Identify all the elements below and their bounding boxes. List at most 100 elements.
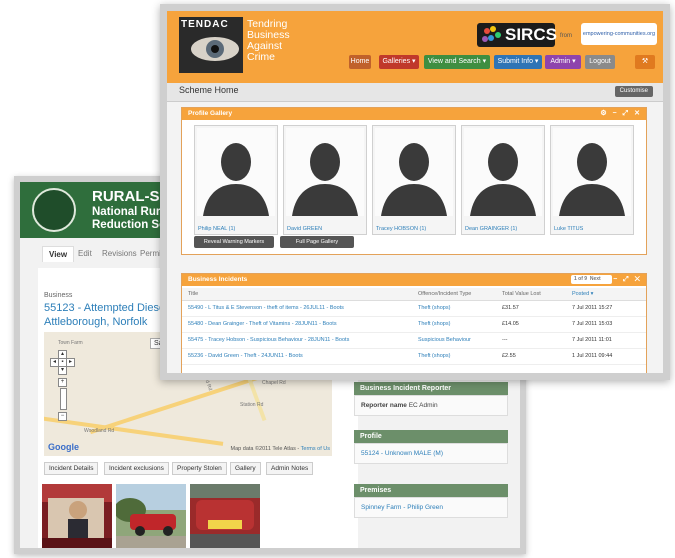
section-label: Business: [44, 292, 73, 299]
table-row[interactable]: 55236 - David Green - Theft - 24JUN11 - …: [182, 349, 646, 365]
gallery-photo[interactable]: [42, 484, 112, 548]
incident-subtabs: Incident Details Incident exclusions Pro…: [44, 462, 344, 476]
column-header-posted[interactable]: Posted ▾: [572, 288, 593, 300]
gallery-photo[interactable]: [190, 484, 260, 548]
profile-gallery-title: Profile Gallery: [188, 110, 233, 117]
profile-name: David GREEN: [287, 226, 323, 232]
gallery-photo[interactable]: [116, 484, 186, 548]
tab-edit[interactable]: Edit: [72, 246, 98, 261]
subtab-gallery[interactable]: Gallery: [230, 462, 261, 475]
map-pan-down-button[interactable]: ▾: [58, 366, 67, 375]
panel-controls[interactable]: ⚙ − ⤢ ✕: [600, 108, 642, 120]
profile-box: Profile 55124 - Unknown MALE (M): [354, 430, 508, 464]
table-row[interactable]: 55475 - Tracey Hobson - Suspicious Behav…: [182, 333, 646, 349]
google-logo: Google: [48, 442, 79, 452]
panel-controls[interactable]: − ⤢ ✕: [613, 274, 642, 286]
profile-box-heading: Profile: [354, 430, 508, 443]
incident-location: Attleborough, Norfolk: [44, 316, 148, 328]
profile-link[interactable]: 55124 - Unknown MALE (M): [361, 450, 443, 457]
incident-type-link[interactable]: Suspicious Behaviour: [418, 333, 471, 348]
column-header-value[interactable]: Total Value Lost: [502, 288, 541, 300]
incident-title-link[interactable]: 55236 - David Green - Theft - 24JUN11 - …: [188, 349, 303, 364]
avatar: [197, 128, 275, 216]
premises-box: Premises Spinney Farm - Philip Green: [354, 484, 508, 518]
profile-name: Dean GRAINGER (1): [465, 226, 518, 232]
from-label: from: [560, 33, 572, 39]
premises-link[interactable]: Spinney Farm - Philip Green: [361, 504, 443, 511]
empowering-communities-logo: empowering-communities.org: [581, 23, 657, 45]
map-zoom-out-button[interactable]: −: [58, 412, 67, 421]
business-incidents-heading: Business Incidents 1 of 9 Next − ⤢ ✕: [182, 274, 646, 286]
column-header-title[interactable]: Title: [188, 288, 198, 300]
page-title: Scheme Home: [179, 85, 239, 95]
incident-type-link[interactable]: Theft (shops): [418, 317, 450, 332]
profile-card[interactable]: Luke TITUS: [550, 125, 634, 235]
profile-name: Tracey HOBSON (1): [376, 226, 427, 232]
subtab-property-stolen[interactable]: Property Stolen: [172, 462, 227, 475]
avatar: [286, 128, 364, 216]
sircs-window: TENDAC Tendring Business Against Crime S…: [160, 4, 670, 380]
reporter-name-label: Reporter name: [361, 402, 407, 409]
pager-next[interactable]: Next: [590, 276, 601, 282]
profile-name: Philip NEAL (1): [198, 226, 236, 232]
incident-value: £2.55: [502, 353, 516, 359]
nav-logout-button[interactable]: Logout: [585, 55, 615, 69]
subtab-admin-notes[interactable]: Admin Notes: [266, 462, 314, 475]
nav-logout-label: Logout: [589, 58, 611, 65]
nav-view-search-button[interactable]: View and Search ▾: [424, 55, 490, 69]
map-road-label: Woodland Rd: [84, 428, 115, 434]
nav-home-label: Home: [350, 58, 370, 65]
incident-type-link[interactable]: Theft (shops): [418, 349, 450, 364]
reporter-box-body: Reporter name EC Admin: [354, 395, 508, 416]
subtab-incident-exclusions[interactable]: Incident exclusions: [104, 462, 169, 475]
subtab-incident-details[interactable]: Incident Details: [44, 462, 99, 475]
map-place-label: Town Farm: [58, 340, 83, 346]
profile-card[interactable]: David GREEN: [283, 125, 367, 235]
incident-posted: 7 Jul 2011 15:03: [572, 321, 613, 327]
reporter-box-heading: Business Incident Reporter: [354, 382, 508, 395]
nav-submit-info-button[interactable]: Submit Info ▾: [494, 55, 542, 69]
tab-view[interactable]: View: [42, 246, 75, 262]
map-credit-text: Map data ©2011 Tele Atlas -: [230, 446, 300, 452]
profile-card[interactable]: Dean GRAINGER (1): [461, 125, 545, 235]
map-zoom-slider[interactable]: [60, 388, 67, 410]
incident-value: £31.57: [502, 305, 519, 311]
customise-button[interactable]: Customise: [614, 86, 653, 97]
profile-card[interactable]: Philip NEAL (1): [194, 125, 278, 235]
sircs-header: TENDAC Tendring Business Against Crime S…: [167, 11, 663, 83]
incident-title-link[interactable]: 55480 - Dean Grainger - Theft of Vitamin…: [188, 317, 337, 332]
nav-home-button[interactable]: Home: [349, 55, 371, 69]
rural-sircs-logo: [32, 188, 76, 232]
profile-gallery-panel: Profile Gallery ⚙ − ⤢ ✕ Philip NEAL (1) …: [181, 107, 647, 255]
nav-galleries-button[interactable]: Galleries ▾: [379, 55, 419, 69]
sircs-window-content: TENDAC Tendring Business Against Crime S…: [167, 11, 663, 373]
incident-title-link[interactable]: 55475 - Tracey Hobson - Suspicious Behav…: [188, 333, 349, 348]
profile-card[interactable]: Tracey HOBSON (1): [372, 125, 456, 235]
org-name-line: Crime: [247, 51, 275, 63]
sircs-logo-text: SIRCS: [505, 25, 557, 44]
business-incidents-panel: Business Incidents 1 of 9 Next − ⤢ ✕ Tit…: [181, 273, 647, 373]
pager[interactable]: 1 of 9 Next: [571, 275, 612, 284]
premises-box-body: Spinney Farm - Philip Green: [354, 497, 508, 518]
map-road-label: Chapel Rd: [262, 380, 286, 386]
profile-name: Luke TITUS: [554, 226, 584, 232]
nav-submit-info-label: Submit Info ▾: [497, 58, 539, 65]
full-page-gallery-button[interactable]: Full Page Gallery: [280, 236, 354, 248]
map-road-label: Station Rd: [240, 402, 264, 408]
nav-admin-button[interactable]: Admin ▾: [545, 55, 581, 69]
table-row[interactable]: 55490 - L Titus & E Stevenson - theft of…: [182, 301, 646, 317]
map-zoom-in-button[interactable]: +: [58, 378, 67, 387]
incident-title-link[interactable]: 55490 - L Titus & E Stevenson - theft of…: [188, 301, 344, 316]
wrench-icon[interactable]: ⚒: [635, 55, 655, 69]
nav-view-search-label: View and Search ▾: [427, 58, 487, 65]
sircs-logo: SIRCS: [477, 23, 557, 47]
column-header-type[interactable]: Offence/Incident Type: [418, 288, 471, 300]
pager-label: 1 of 9: [574, 276, 588, 282]
breadcrumb-bar: [167, 83, 663, 102]
map-pan-right-button[interactable]: ▸: [66, 358, 75, 367]
map-terms-link[interactable]: Terms of Us: [301, 446, 330, 452]
incident-type-link[interactable]: Theft (shops): [418, 301, 450, 316]
tendac-eye-logo: TENDAC: [179, 17, 243, 73]
table-row[interactable]: 55480 - Dean Grainger - Theft of Vitamin…: [182, 317, 646, 333]
reveal-warning-markers-button[interactable]: Reveal Warning Markers: [194, 236, 274, 248]
